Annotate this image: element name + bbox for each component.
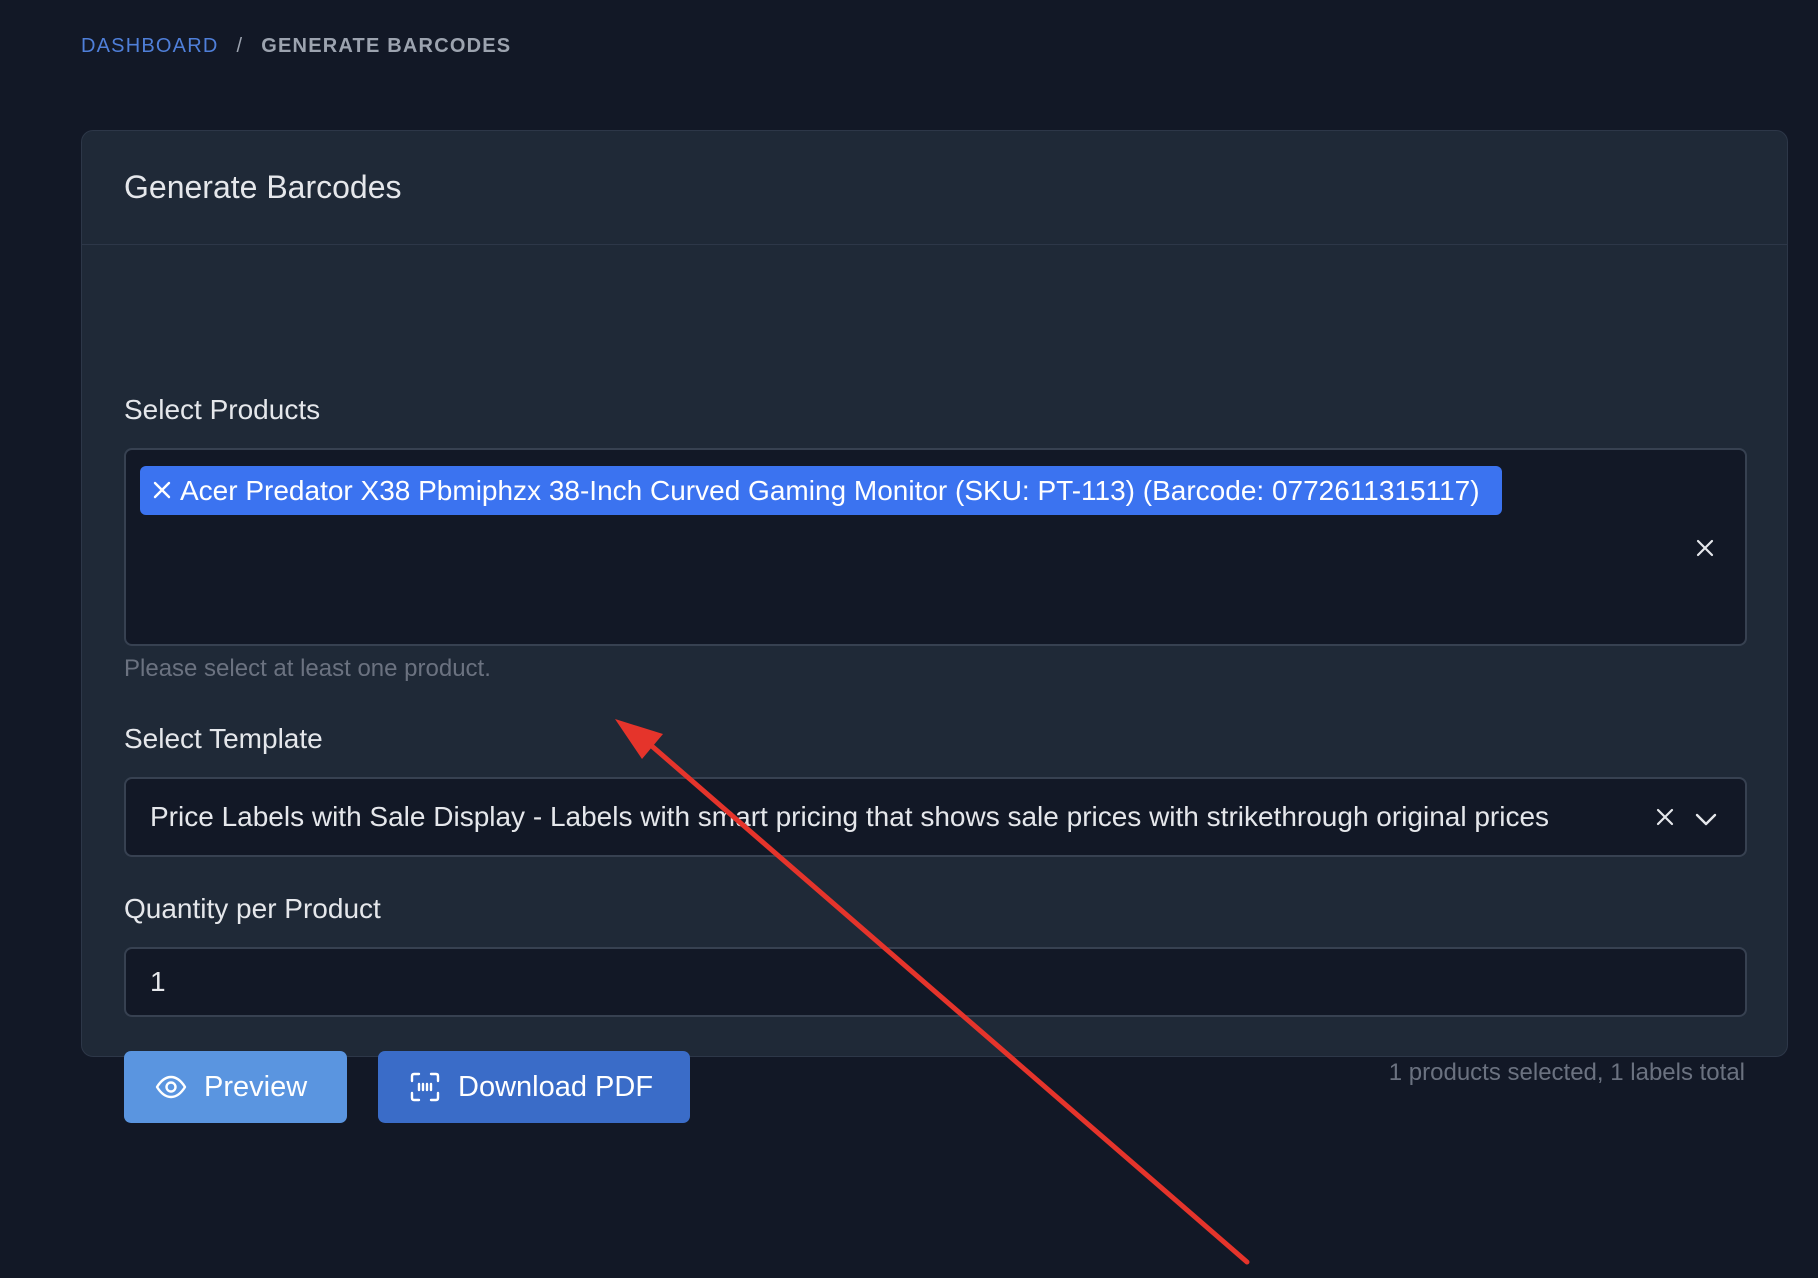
preview-button-label: Preview bbox=[204, 1070, 308, 1103]
download-pdf-button[interactable]: Download PDF bbox=[378, 1051, 690, 1123]
quantity-label: Quantity per Product bbox=[124, 893, 381, 924]
template-select[interactable]: Price Labels with Sale Display - Labels … bbox=[124, 777, 1747, 857]
chevron-down-icon[interactable] bbox=[1693, 807, 1719, 831]
eye-icon bbox=[155, 1075, 187, 1099]
close-icon[interactable] bbox=[1693, 536, 1717, 560]
page: DASHBOARD / GENERATE BARCODES Generate B… bbox=[0, 0, 1818, 1278]
products-hint: Please select at least one product. bbox=[124, 655, 491, 682]
generate-barcodes-card: Generate Barcodes Select Products Acer P… bbox=[81, 130, 1788, 1123]
close-icon[interactable] bbox=[150, 478, 174, 502]
download-pdf-button-label: Download PDF bbox=[458, 1070, 654, 1103]
select-template-label: Select Template bbox=[124, 723, 323, 754]
breadcrumb-dashboard-link[interactable]: DASHBOARD bbox=[81, 35, 219, 58]
selected-product-chip: Acer Predator X38 Pbmiphzx 38-Inch Curve… bbox=[140, 466, 1502, 515]
selection-summary: 1 products selected, 1 labels total bbox=[1388, 1059, 1745, 1086]
breadcrumb-current: GENERATE BARCODES bbox=[261, 35, 512, 57]
quantity-input[interactable] bbox=[124, 947, 1747, 1017]
product-multiselect[interactable]: Acer Predator X38 Pbmiphzx 38-Inch Curve… bbox=[124, 448, 1747, 646]
breadcrumb-separator: / bbox=[236, 35, 244, 57]
breadcrumb: DASHBOARD / GENERATE BARCODES bbox=[81, 35, 511, 58]
scan-icon bbox=[410, 1072, 440, 1102]
close-icon[interactable] bbox=[1653, 805, 1677, 829]
card-header: Generate Barcodes bbox=[82, 131, 1787, 245]
selected-product-label: Acer Predator X38 Pbmiphzx 38-Inch Curve… bbox=[180, 474, 1480, 506]
template-select-value: Price Labels with Sale Display - Labels … bbox=[150, 801, 1550, 832]
select-products-label: Select Products bbox=[124, 394, 321, 425]
preview-button[interactable]: Preview bbox=[124, 1051, 347, 1123]
card-title: Generate Barcodes bbox=[124, 169, 402, 205]
